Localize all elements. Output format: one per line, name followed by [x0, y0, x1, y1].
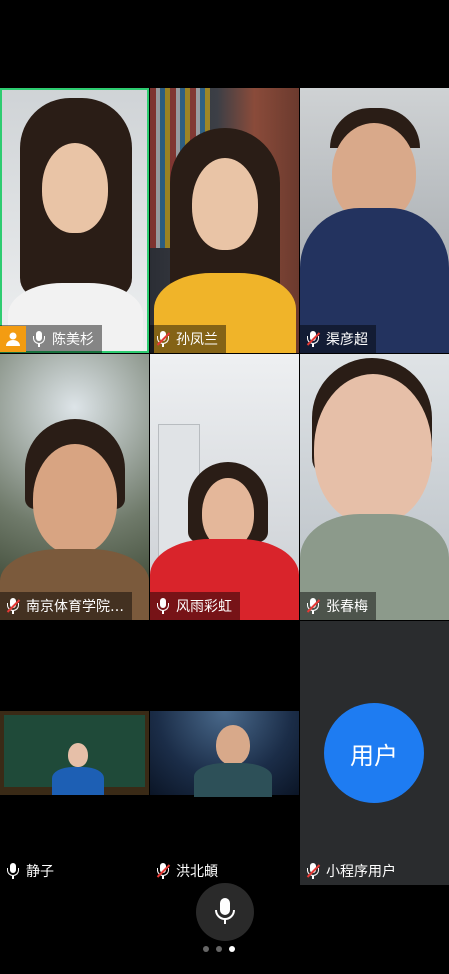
video-tile-chen-meishan[interactable]: 陈美杉 — [0, 88, 149, 353]
avatar-text: 用户 — [350, 741, 398, 770]
participant-name: 洪北頔 — [176, 864, 218, 880]
participant-name: 南京体育学院… — [26, 599, 124, 615]
page-indicator — [203, 946, 235, 952]
page-dot[interactable] — [216, 946, 222, 952]
mute-toggle-button[interactable] — [196, 883, 254, 941]
video-feed — [150, 88, 299, 353]
user-avatar: 用户 — [324, 703, 424, 803]
video-feed — [150, 354, 299, 620]
participant-name: 张春梅 — [326, 599, 368, 615]
microphone-icon — [32, 330, 46, 348]
muted-microphone-icon — [306, 330, 320, 348]
participant-label: 陈美杉 — [0, 325, 102, 353]
video-tile-jingzi[interactable]: 静子 — [0, 621, 149, 885]
video-feed — [0, 711, 149, 795]
muted-microphone-icon — [156, 862, 170, 880]
participant-name: 静子 — [26, 864, 54, 880]
muted-microphone-icon — [6, 597, 20, 615]
muted-microphone-icon — [306, 597, 320, 615]
participant-name: 孙凤兰 — [176, 332, 218, 348]
participant-name: 渠彦超 — [326, 332, 368, 348]
muted-microphone-icon — [156, 330, 170, 348]
participant-label: 洪北頔 — [150, 857, 226, 885]
video-feed — [150, 711, 299, 797]
participant-label: 孙凤兰 — [150, 325, 226, 353]
video-feed — [0, 354, 149, 620]
video-tile-sun-fenglan[interactable]: 孙凤兰 — [150, 88, 299, 353]
participant-name: 陈美杉 — [52, 332, 94, 348]
video-tile-hong-beidi[interactable]: 洪北頔 — [150, 621, 299, 885]
participant-name: 小程序用户 — [326, 864, 396, 880]
participant-label: 南京体育学院… — [0, 592, 132, 620]
page-dot-active[interactable] — [229, 946, 235, 952]
video-feed — [300, 354, 449, 620]
video-tile-qu-yanchao[interactable]: 渠彦超 — [300, 88, 449, 353]
participant-label: 静子 — [0, 857, 62, 885]
host-person-icon — [0, 326, 26, 352]
participant-label: 小程序用户 — [300, 857, 404, 885]
participant-label: 渠彦超 — [300, 325, 376, 353]
video-tile-zhang-chunmei[interactable]: 张春梅 — [300, 354, 449, 620]
microphone-icon — [215, 898, 235, 924]
page-dot[interactable] — [203, 946, 209, 952]
video-tile-nanjing-sport-institute[interactable]: 南京体育学院… — [0, 354, 149, 620]
muted-microphone-icon — [306, 862, 320, 880]
participant-label: 风雨彩虹 — [150, 592, 240, 620]
video-feed — [0, 88, 149, 353]
video-tile-fengyu-caihong[interactable]: 风雨彩虹 — [150, 354, 299, 620]
video-feed — [300, 88, 449, 353]
video-tile-mini-program-user[interactable]: 用户 小程序用户 — [300, 621, 449, 885]
microphone-icon — [6, 862, 20, 880]
microphone-icon — [156, 597, 170, 615]
participant-name: 风雨彩虹 — [176, 599, 232, 615]
participant-label: 张春梅 — [300, 592, 376, 620]
